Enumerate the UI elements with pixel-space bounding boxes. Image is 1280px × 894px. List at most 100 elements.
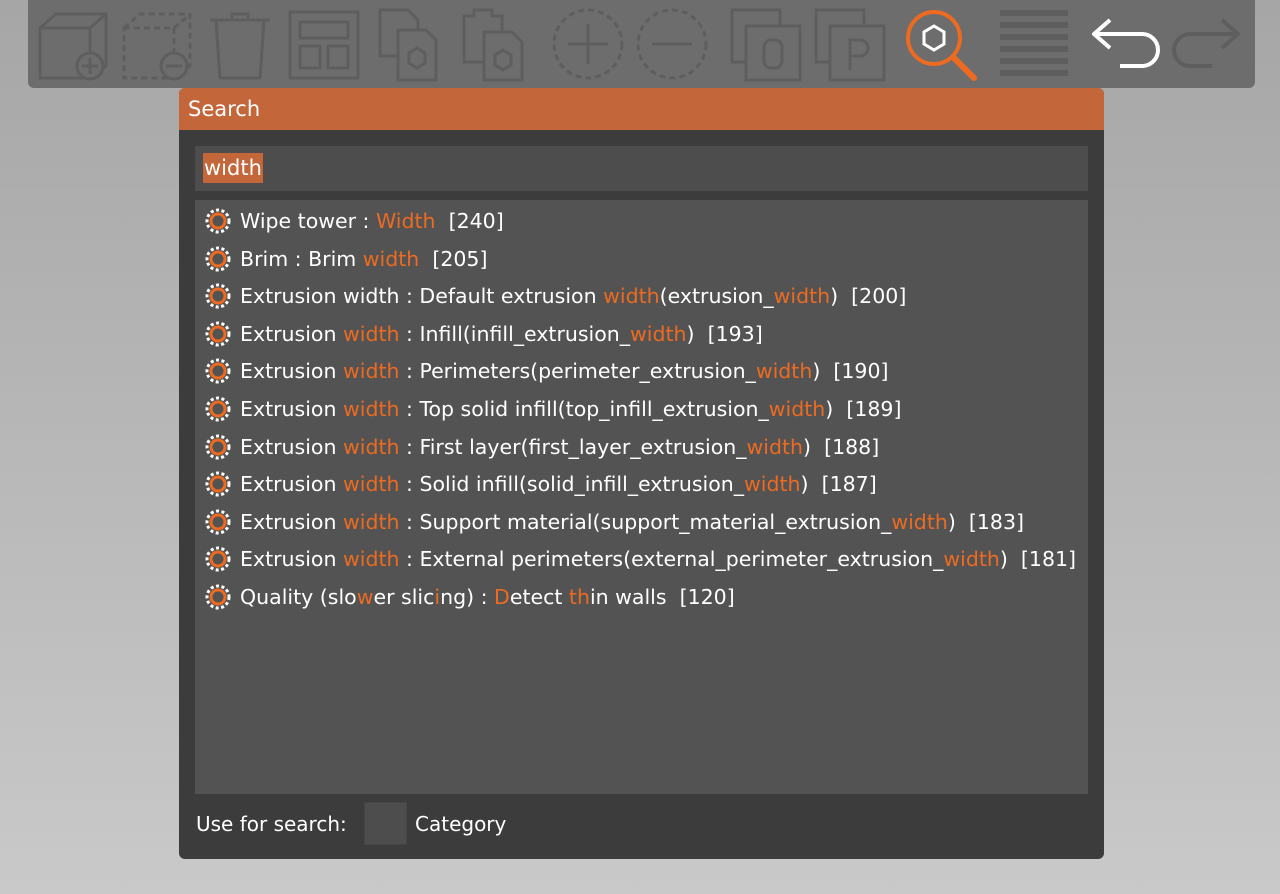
trash-icon [210, 12, 270, 80]
search-result-label: Extrusion width : Default extrusion widt… [240, 284, 906, 308]
toolbar [28, 0, 1255, 88]
paste-icon [462, 8, 524, 82]
result-text: Wipe tower : [240, 209, 376, 233]
result-text: ) [187] [800, 472, 877, 497]
result-text: : Perimeters(perimeter_extrusion_ [399, 359, 756, 384]
search-result-label: Brim : Brim width [205] [240, 247, 487, 271]
search-result-item[interactable]: Extrusion width : First layer(first_laye… [203, 430, 879, 464]
result-text: in walls [120] [589, 585, 735, 609]
search-dialog-title: Search [179, 88, 1104, 130]
delete-all-button[interactable] [202, 6, 278, 82]
search-result-label: Extrusion width : Top solid infill(top_i… [240, 397, 901, 421]
result-text: : Solid infill(solid_infill_extrusion_ [399, 472, 745, 497]
result-text: Extrusion [240, 397, 343, 421]
match-highlight: width [755, 359, 813, 384]
match-highlight: Width [375, 209, 436, 233]
match-highlight: width [362, 246, 420, 271]
minus-circle-icon [636, 8, 708, 80]
result-text: ) [181] [999, 547, 1077, 572]
match-highlight: width [342, 509, 400, 534]
gear-icon [203, 582, 233, 612]
search-result-item[interactable]: Extrusion width : External perimeters(ex… [203, 542, 1076, 576]
match-highlight: width [943, 547, 1000, 572]
match-highlight: width [891, 509, 948, 534]
match-highlight: width [744, 472, 801, 497]
gear-icon [203, 469, 233, 499]
result-text: er slic [373, 585, 435, 609]
match-highlight: width [773, 284, 831, 309]
result-text: Extrusion [240, 434, 343, 459]
result-text: ) [183] [947, 509, 1025, 534]
increase-instances-button[interactable] [550, 6, 626, 82]
split-parts-button[interactable] [812, 6, 888, 82]
gear-icon [203, 206, 233, 236]
result-text: : First layer(first_layer_extrusion_ [399, 434, 747, 459]
result-text: etect [509, 585, 569, 609]
search-query-text: width [203, 153, 263, 183]
search-result-label: Extrusion width : Solid infill(solid_inf… [240, 472, 877, 496]
result-text: ng) : [440, 585, 495, 609]
search-result-item[interactable]: Extrusion width : Perimeters(perimeter_e… [203, 354, 888, 388]
search-result-item[interactable]: Extrusion width : Solid infill(solid_inf… [203, 467, 877, 501]
match-highlight: width [603, 284, 660, 309]
decrease-instances-button[interactable] [634, 6, 710, 82]
search-result-label: Extrusion width : First layer(first_laye… [240, 435, 879, 459]
redo-icon [1172, 18, 1240, 68]
match-highlight: D [494, 585, 510, 609]
search-button[interactable] [902, 6, 978, 82]
match-highlight: width [342, 472, 400, 497]
match-highlight: width [342, 321, 400, 346]
result-text: ) [190] [812, 359, 889, 384]
match-highlight: width [342, 547, 400, 572]
undo-button[interactable] [1086, 6, 1162, 82]
search-result-item[interactable]: Extrusion width : Infill(infill_extrusio… [203, 317, 763, 351]
result-text: Extrusion [240, 547, 343, 572]
match-highlight: width [630, 321, 687, 346]
match-highlight: width [768, 397, 826, 421]
result-text: ) [189] [825, 397, 902, 421]
search-results-list[interactable]: Wipe tower : Width [240] Brim : Brim widt… [195, 200, 1088, 794]
layers-editing-button[interactable] [996, 6, 1072, 82]
result-text: ) [193] [686, 321, 763, 346]
redo-button[interactable] [1170, 6, 1246, 82]
arrange-button[interactable] [286, 6, 362, 82]
result-text: Extrusion [240, 509, 343, 534]
category-checkbox-label[interactable]: Category [415, 810, 506, 838]
gear-icon [203, 244, 233, 274]
gear-icon [203, 281, 233, 311]
search-result-label: Extrusion width : Support material(suppo… [240, 510, 1024, 534]
paste-button[interactable] [454, 6, 530, 82]
category-checkbox[interactable] [364, 802, 407, 845]
result-text: : External perimeters(external_perimeter… [399, 547, 944, 572]
split-objects-icon [730, 8, 802, 82]
remove-object-button[interactable] [118, 6, 194, 82]
add-box-icon [38, 12, 108, 81]
match-highlight: width [746, 434, 804, 459]
result-text: (extrusion_ [659, 284, 774, 309]
add-object-button[interactable] [34, 6, 110, 82]
gear-icon [203, 507, 233, 537]
result-text: : Support material(support_material_extr… [399, 509, 892, 534]
search-result-item[interactable]: Extrusion width : Default extrusion widt… [203, 279, 906, 313]
match-highlight: th [568, 585, 590, 609]
search-result-item[interactable]: Extrusion width : Support material(suppo… [203, 505, 1024, 539]
result-text: : Top solid infill(top_infill_extrusion_ [399, 397, 769, 421]
gear-icon [203, 544, 233, 574]
search-result-item[interactable]: Brim : Brim width [205] [203, 242, 487, 276]
search-input[interactable]: width [195, 146, 1088, 191]
copy-button[interactable] [370, 6, 446, 82]
split-objects-button[interactable] [728, 6, 804, 82]
search-result-item[interactable]: Quality (slower slicing) : Detect thin w… [203, 580, 735, 614]
gear-icon [203, 394, 233, 424]
result-text: Extrusion [240, 472, 343, 497]
result-text: Quality (slo [240, 585, 357, 609]
search-result-item[interactable]: Wipe tower : Width [240] [203, 204, 504, 238]
search-result-label: Quality (slower slicing) : Detect thin w… [240, 585, 735, 609]
search-result-item[interactable]: Extrusion width : Top solid infill(top_i… [203, 392, 901, 426]
gear-icon [203, 319, 233, 349]
result-text: Extrusion [240, 321, 343, 346]
result-text: : Infill(infill_extrusion_ [399, 321, 631, 346]
result-text: Extrusion [240, 359, 343, 384]
search-result-label: Extrusion width : External perimeters(ex… [240, 547, 1076, 571]
result-text: Brim : Brim [240, 246, 363, 271]
